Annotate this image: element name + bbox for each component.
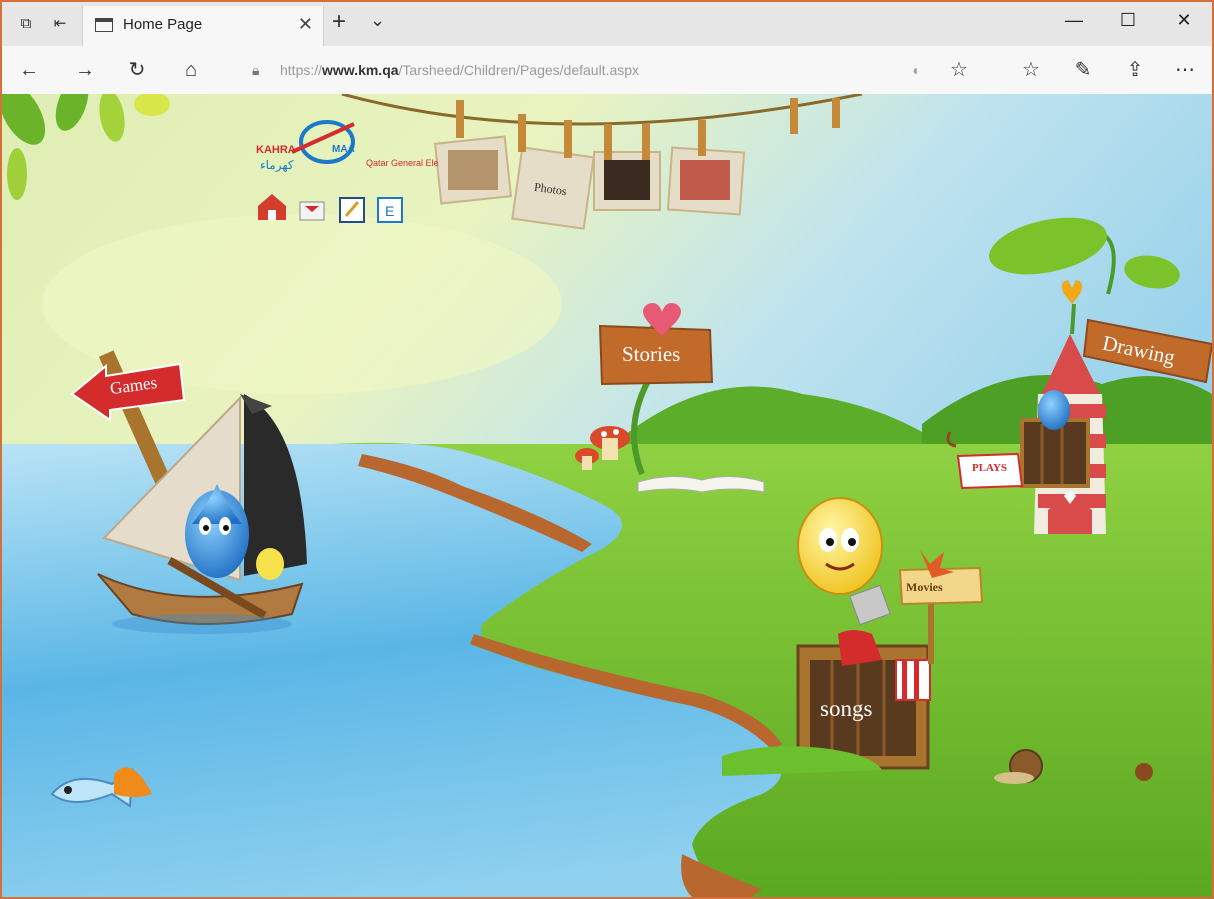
- logo-right-text: MAA: [332, 144, 355, 155]
- page-icon: [95, 18, 113, 32]
- active-tab[interactable]: Home Page ✕: [82, 6, 324, 46]
- more-icon[interactable]: ⋯: [1172, 57, 1198, 83]
- edit-icon[interactable]: [338, 194, 366, 224]
- maximize-icon[interactable]: ☐: [1108, 10, 1148, 31]
- url-text: https://www.km.qa/Tarsheed/Children/Page…: [280, 62, 640, 78]
- logo-left-text: KAHRA: [256, 144, 296, 156]
- browser-nav-bar: ← → ↻ ⌂ 🔒︎ https://www.km.qa/Tarsheed/Ch…: [2, 46, 1212, 95]
- reading-view-icon[interactable]: ◖: [902, 57, 928, 83]
- minimize-icon[interactable]: —: [1054, 10, 1094, 31]
- logo-english-text: Qatar General Ele: [366, 158, 439, 168]
- mail-icon[interactable]: [298, 194, 326, 224]
- english-icon[interactable]: [376, 194, 404, 224]
- stories-link[interactable]: Stories: [622, 342, 680, 367]
- new-tab-icon[interactable]: +: [332, 8, 346, 36]
- tab-preview-chevron-icon[interactable]: ⌄: [370, 10, 385, 31]
- refresh-icon[interactable]: ↻: [124, 57, 150, 83]
- kids-home-page: E KAHRA MAA Qatar General Ele كهرماء Pho…: [2, 94, 1212, 897]
- home-icon[interactable]: ⌂: [178, 57, 204, 83]
- scene-illustration: E: [2, 94, 1212, 897]
- logo-arabic-text: كهرماء: [260, 158, 294, 172]
- web-note-icon[interactable]: ✎: [1070, 57, 1096, 83]
- set-aside-tabs-icon[interactable]: ⇤: [50, 14, 70, 34]
- tabs-aside-icon[interactable]: ⧉: [16, 14, 36, 34]
- close-tab-icon[interactable]: ✕: [298, 14, 313, 35]
- forward-icon[interactable]: →: [72, 57, 98, 83]
- close-window-icon[interactable]: ✕: [1164, 10, 1204, 31]
- share-icon[interactable]: ⇪: [1122, 57, 1148, 83]
- tab-title: Home Page: [123, 16, 203, 33]
- plays-link[interactable]: PLAYS: [972, 462, 1007, 474]
- home-icon[interactable]: [256, 190, 288, 224]
- favorites-hub-icon[interactable]: ☆: [1018, 57, 1044, 83]
- browser-tab-bar: ⧉ ⇤ Home Page ✕ + ⌄ — ☐ ✕: [2, 2, 1212, 46]
- back-icon[interactable]: ←: [16, 57, 42, 83]
- address-bar[interactable]: 🔒︎ https://www.km.qa/Tarsheed/Children/P…: [240, 54, 940, 86]
- favorite-star-icon[interactable]: ☆: [946, 57, 972, 83]
- screenshot-frame: ⧉ ⇤ Home Page ✕ + ⌄ — ☐ ✕ ← → ↻ ⌂ 🔒︎ htt…: [0, 0, 1214, 899]
- movies-link[interactable]: Movies: [906, 580, 943, 595]
- lock-icon: 🔒︎: [252, 62, 260, 78]
- songs-link[interactable]: songs: [820, 696, 872, 722]
